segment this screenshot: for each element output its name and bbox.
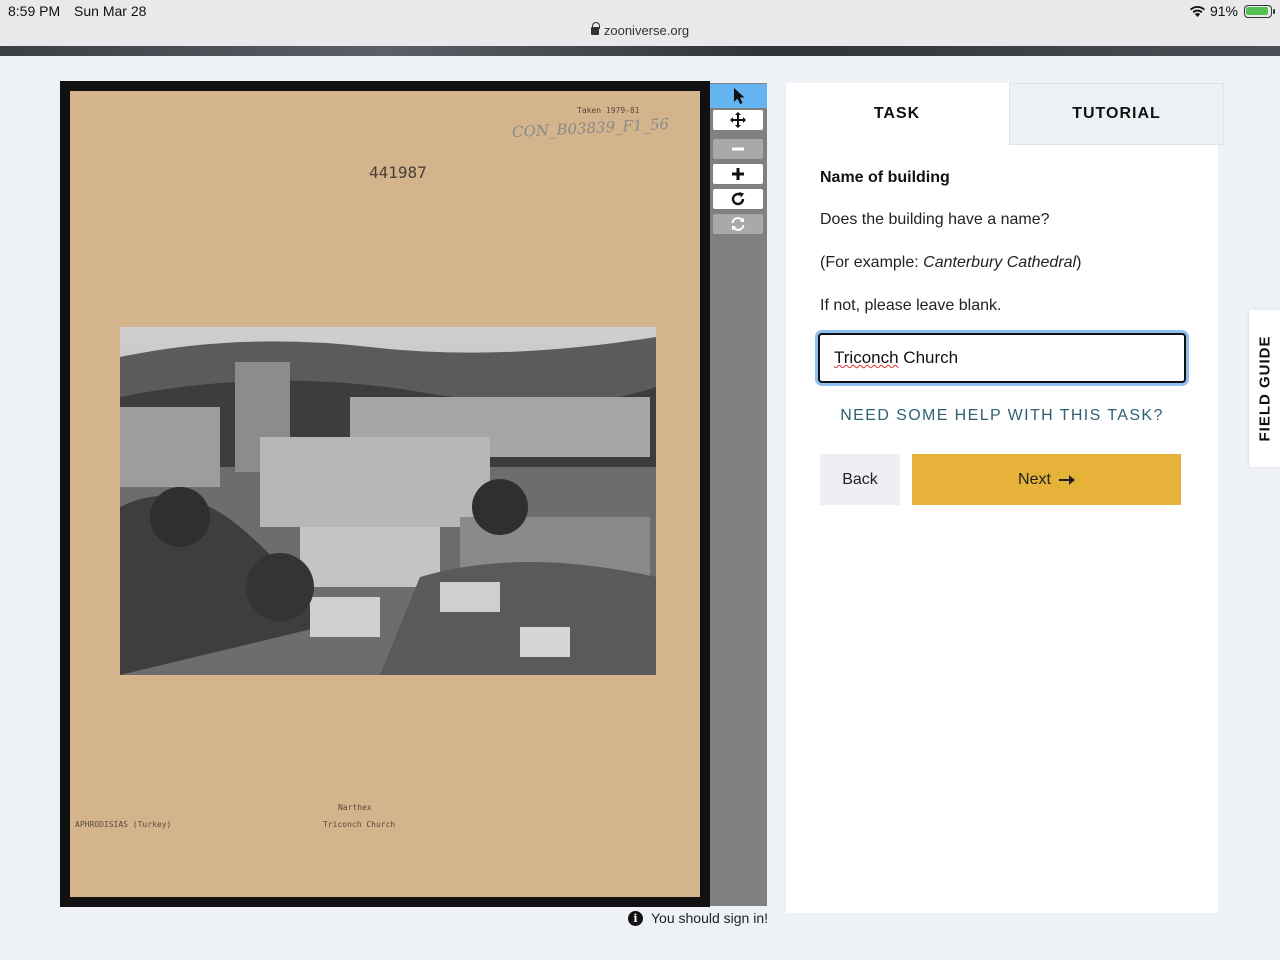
- example-suffix: ): [1076, 254, 1082, 271]
- example-prefix: (For example:: [820, 254, 924, 271]
- answer-word: Church: [898, 348, 959, 367]
- task-panel: TASK TUTORIAL Name of building Does the …: [786, 83, 1224, 913]
- ruins-photo: [120, 327, 656, 675]
- sign-in-notice[interactable]: i You should sign in!: [628, 910, 768, 926]
- cursor-icon: [733, 88, 744, 104]
- task-question: Does the building have a name?: [820, 211, 1050, 228]
- status-left: 8:59 PM Sun Mar 28: [8, 3, 156, 19]
- panel-tabs: TASK TUTORIAL: [786, 83, 1224, 145]
- rotate-button[interactable]: [713, 189, 763, 209]
- zoom-in-icon: [732, 168, 744, 180]
- caption-location: APHRODISIAS (Turkey): [75, 820, 172, 829]
- battery-icon: [1244, 4, 1275, 18]
- task-title: Name of building: [820, 169, 950, 186]
- url-text: zooniverse.org: [603, 23, 690, 38]
- cursor-tool-button[interactable]: [710, 84, 767, 108]
- zoom-out-icon: [732, 147, 744, 151]
- help-link[interactable]: NEED SOME HELP WITH THIS TASK?: [786, 407, 1218, 425]
- back-button[interactable]: Back: [820, 454, 900, 505]
- card-number: 441987: [369, 163, 427, 182]
- reset-icon: [731, 217, 745, 231]
- taken-date: Taken 1979-81: [577, 106, 640, 115]
- building-name-input[interactable]: Triconch Church: [818, 333, 1186, 383]
- caption-line1: Narthex: [338, 803, 372, 812]
- page-header-strip: [0, 46, 1280, 56]
- zoom-in-button[interactable]: [713, 164, 763, 184]
- viewer-toolbar: [710, 83, 767, 906]
- status-time: 8:59 PM: [8, 3, 61, 19]
- answer-word-misspelled: Triconch: [834, 348, 899, 367]
- next-label: Next: [1018, 470, 1051, 488]
- example-name: Canterbury Cathedral: [923, 254, 1077, 271]
- field-guide-tab[interactable]: FIELD GUIDE: [1249, 310, 1280, 467]
- handwritten-id: CON_B03839_F1_56: [511, 114, 670, 142]
- zoom-out-button[interactable]: [713, 139, 763, 159]
- rotate-icon: [731, 192, 745, 206]
- sign-in-text: You should sign in!: [651, 910, 769, 926]
- caption-line2: Triconch Church: [323, 820, 396, 829]
- reset-button[interactable]: [713, 214, 763, 234]
- archive-card: Taken 1979-81 CON_B03839_F1_56 441987 Na…: [70, 91, 700, 897]
- move-tool-button[interactable]: [713, 110, 763, 130]
- tab-task[interactable]: TASK: [786, 83, 1008, 145]
- subject-viewer[interactable]: Taken 1979-81 CON_B03839_F1_56 441987 Na…: [60, 81, 710, 907]
- wifi-icon: [1189, 5, 1205, 17]
- status-date: Sun Mar 28: [74, 3, 147, 19]
- tab-tutorial[interactable]: TUTORIAL: [1009, 83, 1224, 145]
- next-button[interactable]: Next: [912, 454, 1181, 505]
- field-guide-label: FIELD GUIDE: [1256, 335, 1274, 442]
- status-right: 91%: [1189, 3, 1275, 19]
- url-bar[interactable]: zooniverse.org: [0, 22, 1280, 38]
- arrow-right-icon: [1058, 474, 1075, 485]
- task-example: (For example: Canterbury Cathedral): [820, 254, 1081, 272]
- battery-percent: 91%: [1209, 3, 1238, 19]
- task-instruction: If not, please leave blank.: [820, 297, 1002, 314]
- info-icon: i: [628, 910, 643, 926]
- move-icon: [730, 112, 746, 128]
- lock-icon: [590, 22, 600, 35]
- ios-status-bar: 8:59 PM Sun Mar 28 91% zooniverse.org: [0, 0, 1280, 46]
